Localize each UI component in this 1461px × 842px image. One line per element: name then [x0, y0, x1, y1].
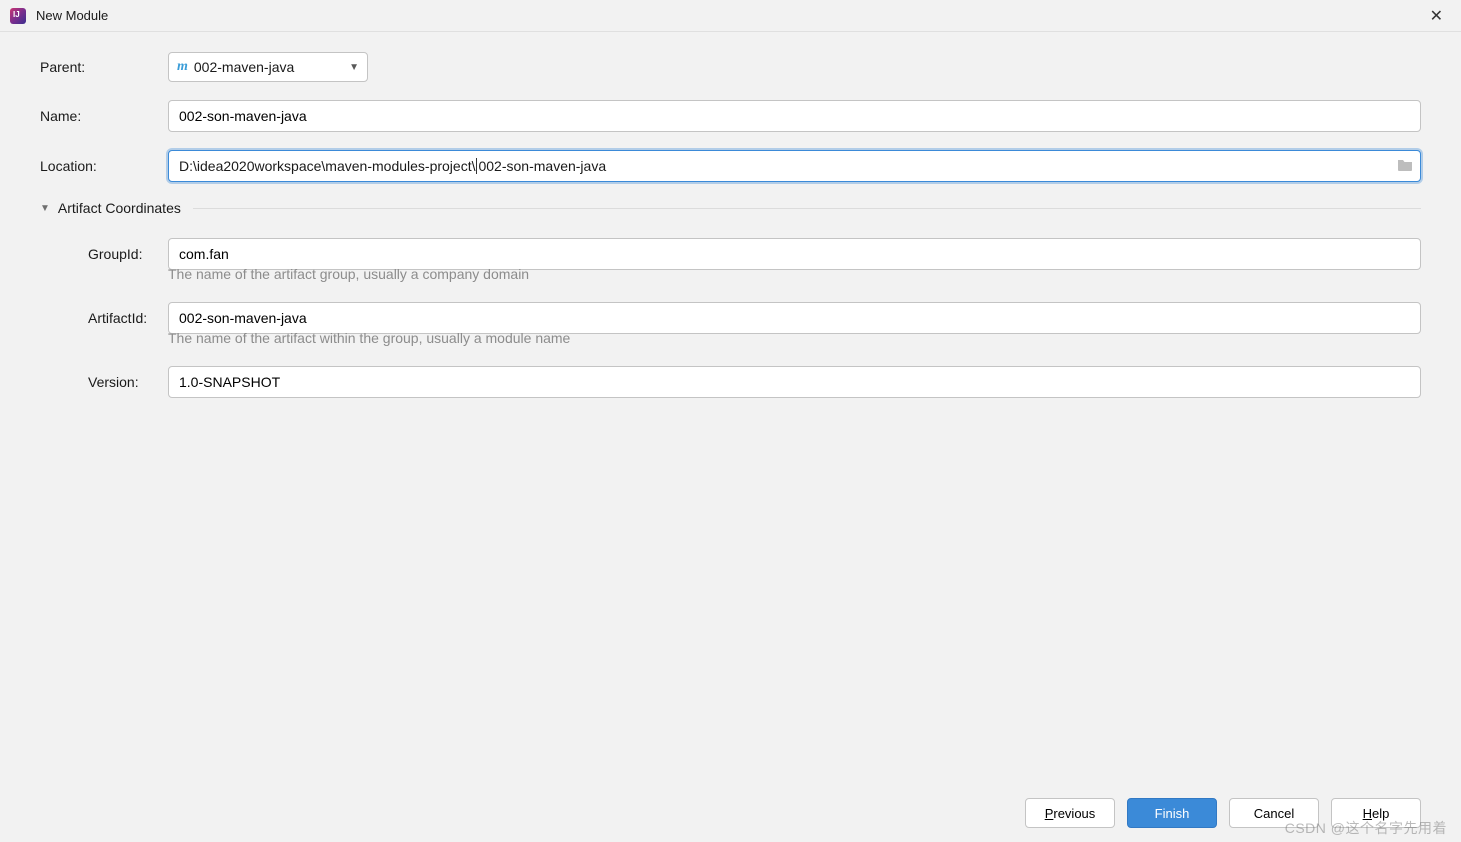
maven-icon: m — [177, 59, 188, 75]
text-caret — [476, 158, 477, 174]
dialog-footer: Previous Finish Cancel Help — [0, 784, 1461, 842]
window-title: New Module — [36, 8, 1422, 23]
previous-button[interactable]: Previous — [1025, 798, 1115, 828]
name-input[interactable] — [168, 100, 1421, 132]
artifact-coordinates-toggle[interactable]: ▼ Artifact Coordinates — [40, 200, 1421, 220]
close-icon[interactable]: ✕ — [1422, 6, 1451, 26]
artifactid-label: ArtifactId: — [88, 310, 168, 326]
version-label: Version: — [88, 374, 168, 390]
previous-suffix: revious — [1053, 806, 1095, 821]
version-row: Version: — [40, 366, 1421, 398]
groupid-label: GroupId: — [88, 246, 168, 262]
name-label: Name: — [40, 108, 168, 124]
folder-browse-icon[interactable] — [1397, 158, 1413, 175]
artifact-section-title: Artifact Coordinates — [58, 200, 181, 216]
parent-dropdown[interactable]: m 002-maven-java ▼ — [168, 52, 368, 82]
location-input[interactable]: D:\idea2020workspace\maven-modules-proje… — [168, 150, 1421, 182]
location-path-suffix: 002-son-maven-java — [478, 158, 606, 174]
location-row: Location: D:\idea2020workspace\maven-mod… — [40, 150, 1421, 182]
name-row: Name: — [40, 100, 1421, 132]
location-path-prefix: D:\idea2020workspace\maven-modules-proje… — [179, 158, 475, 174]
dialog-content: Parent: m 002-maven-java ▼ Name: Locatio… — [0, 32, 1461, 784]
chevron-down-icon: ▼ — [349, 62, 359, 73]
help-button[interactable]: Help — [1331, 798, 1421, 828]
parent-value: 002-maven-java — [194, 59, 319, 75]
titlebar: New Module ✕ — [0, 0, 1461, 32]
finish-button[interactable]: Finish — [1127, 798, 1217, 828]
help-suffix: elp — [1372, 806, 1389, 821]
parent-row: Parent: m 002-maven-java ▼ — [40, 52, 1421, 82]
app-icon — [10, 8, 26, 24]
parent-label: Parent: — [40, 59, 168, 75]
divider — [193, 208, 1421, 209]
location-label: Location: — [40, 158, 168, 174]
version-input[interactable] — [168, 366, 1421, 398]
chevron-down-icon: ▼ — [40, 203, 50, 214]
cancel-button[interactable]: Cancel — [1229, 798, 1319, 828]
